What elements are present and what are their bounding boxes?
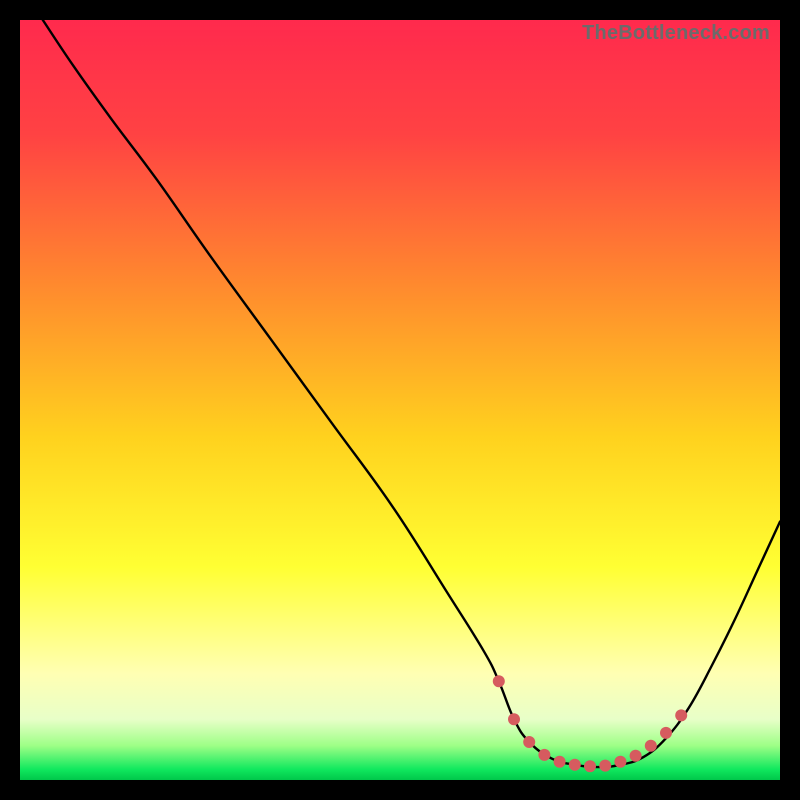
valley-dot (584, 760, 596, 772)
chart-frame: TheBottleneck.com (20, 20, 780, 780)
valley-dot (614, 756, 626, 768)
gradient-background (20, 20, 780, 780)
valley-dot (599, 760, 611, 772)
valley-dot (508, 713, 520, 725)
valley-dot (569, 759, 581, 771)
valley-dot (493, 675, 505, 687)
valley-dot (660, 727, 672, 739)
watermark-text: TheBottleneck.com (582, 22, 770, 45)
valley-dot (630, 750, 642, 762)
valley-dot (675, 709, 687, 721)
valley-dot (538, 749, 550, 761)
valley-dot (554, 756, 566, 768)
valley-dot (645, 740, 657, 752)
chart-canvas (20, 20, 780, 780)
valley-dot (523, 736, 535, 748)
